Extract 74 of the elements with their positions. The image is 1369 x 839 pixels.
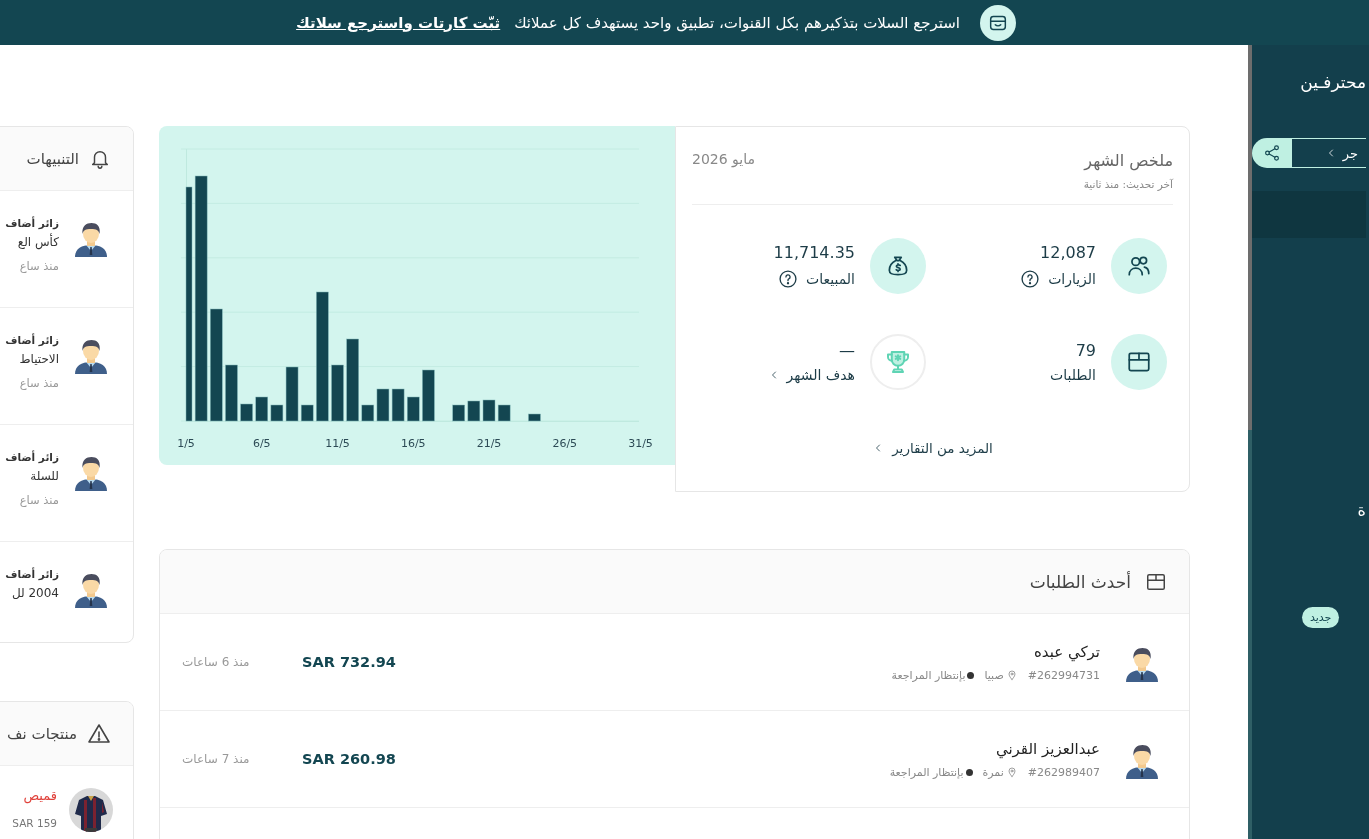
month-label: مايو 2026 <box>692 151 755 170</box>
axis-label: 6/5 <box>252 437 271 450</box>
warning-icon <box>87 721 111 746</box>
stat-value: 12,087 <box>1039 243 1096 262</box>
notification-title: زائر أضاف <box>5 217 59 229</box>
order-number: #262989407 <box>1027 765 1100 779</box>
stat-value: — <box>838 341 855 360</box>
stat-label: المبيعات <box>806 271 855 287</box>
axis-label: 11/5 <box>325 437 350 450</box>
chart-bar <box>422 369 435 422</box>
chart-bar <box>528 413 541 422</box>
product-name[interactable]: قميص <box>12 788 57 803</box>
notification-text: 2004 لل <box>10 586 59 600</box>
more-reports-link[interactable]: المزيد من التقارير <box>872 440 993 456</box>
order-status: بإنتظار المراجعة <box>891 668 966 682</box>
order-status: بإنتظار المراجعة <box>889 765 964 779</box>
chart-bar <box>482 399 496 422</box>
notification-time: منذ ساع <box>18 376 59 390</box>
customer-name[interactable]: تركي عبده <box>422 642 1100 661</box>
axis-label: 31/5 <box>628 437 653 450</box>
panel-title: محترفـين <box>1299 72 1366 94</box>
product-price: SAR 159 <box>12 817 57 829</box>
stat-label: الزيارات <box>1048 271 1096 287</box>
notification-title: زائر أضاف <box>5 334 59 346</box>
notification-title: زائر أضاف <box>5 568 59 580</box>
chart-bar <box>331 364 344 422</box>
chart-bar <box>407 396 420 422</box>
pin-icon <box>1005 766 1018 778</box>
order-time: منذ 6 ساعات <box>181 655 251 669</box>
notification-text: كأس الع <box>16 235 59 249</box>
share-icon <box>1262 144 1281 162</box>
chart-bar <box>255 396 268 422</box>
axis-label: 21/5 <box>476 437 502 450</box>
card-title: ملخص الشهر <box>1084 151 1173 170</box>
banner-message: استرجع السلات بتذكيرهم بكل القنوات، تطبيق واحد يستهدف كل عملائك <box>514 13 960 32</box>
share-button[interactable] <box>1252 138 1291 168</box>
stat-label: الطلبات <box>1050 367 1096 383</box>
install-link[interactable]: ثبّت كارتات واسترجع سلاتك <box>296 13 501 32</box>
panel-text: ة <box>1356 501 1366 521</box>
notification-text: الاحتياط <box>18 352 59 366</box>
status-dot <box>965 768 973 776</box>
order-amount: SAR 732.94 <box>302 654 397 670</box>
customer-name[interactable]: عبدالعزيز القرني <box>422 739 1100 758</box>
city: صبيا <box>984 668 1004 682</box>
notification-time: منذ ساع <box>18 259 59 273</box>
card-title: أحدث الطلبات <box>1029 571 1131 592</box>
card-title: منتجات نف <box>7 724 77 743</box>
notification-text: للسلة <box>29 469 59 483</box>
chart-bar <box>497 404 511 422</box>
chart-bar <box>240 403 253 422</box>
chart-bar <box>391 388 405 422</box>
store-button[interactable]: جر <box>1291 138 1366 168</box>
status-dot <box>967 671 975 679</box>
notification-title: زائر أضاف <box>5 451 59 463</box>
axis-label: 1/5 <box>177 437 195 450</box>
chart-bar <box>452 404 465 422</box>
scrollbar-thumb[interactable] <box>1248 45 1252 430</box>
axis-label: 26/5 <box>552 437 578 450</box>
order-amount: SAR 260.98 <box>302 751 397 767</box>
stat-value: 79 <box>1074 341 1096 360</box>
chart-bar <box>467 400 481 422</box>
stat-value: 11,714.35 <box>773 243 855 262</box>
notification-time: منذ ساع <box>18 493 59 507</box>
order-time: منذ 7 ساعات <box>181 752 251 766</box>
chart-bar <box>225 364 238 422</box>
axis-label: 16/5 <box>400 437 426 450</box>
pin-icon <box>1005 669 1018 681</box>
city: نمرة <box>982 765 1004 779</box>
box-icon <box>1126 349 1152 375</box>
card-title: التنبيهات <box>26 149 79 168</box>
new-badge: جديد <box>1302 607 1340 628</box>
goal-link[interactable]: هدف الشهر <box>768 367 855 383</box>
order-number: #262994731 <box>1027 668 1100 682</box>
update-time: آخر تحديث: منذ ثانية <box>692 178 1173 205</box>
